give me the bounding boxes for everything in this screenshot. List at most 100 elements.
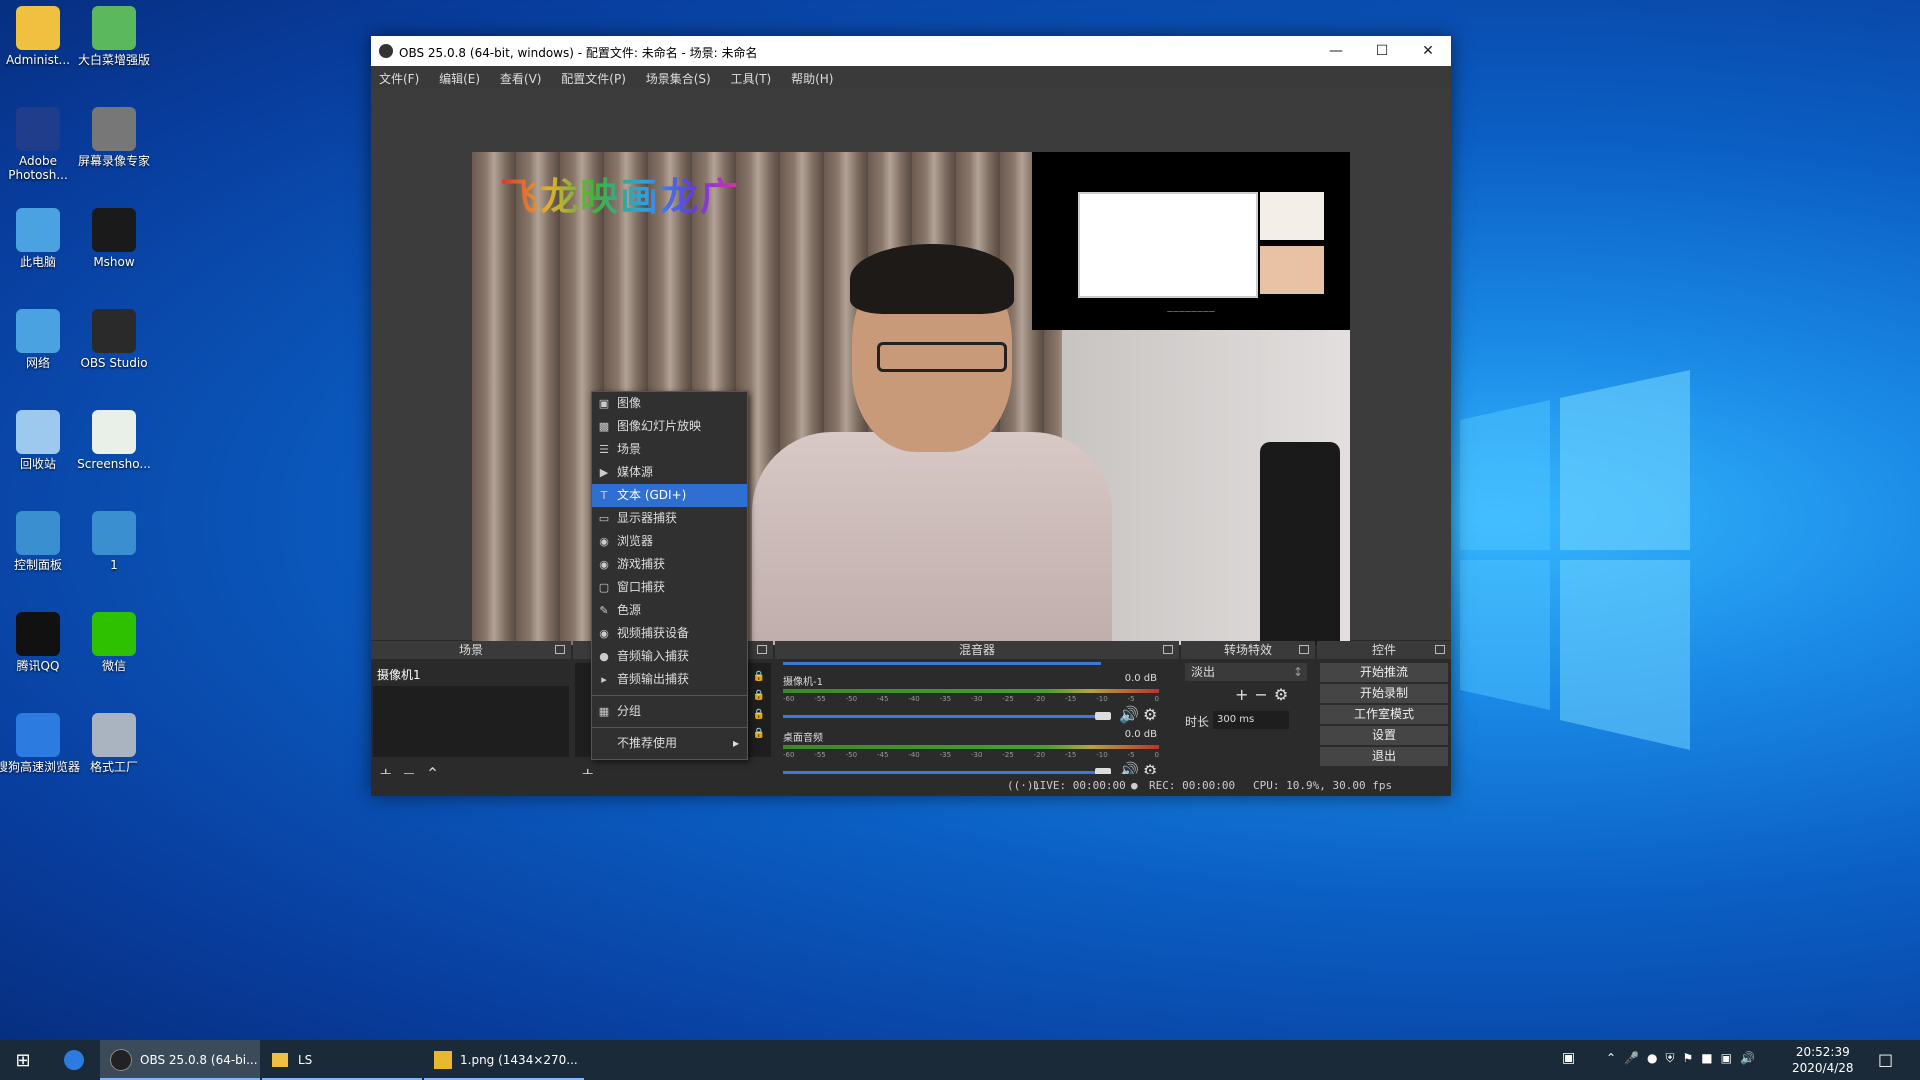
scene-list[interactable]: 摄像机1 bbox=[373, 663, 569, 757]
context-menu-item[interactable]: ✎ 色源 bbox=[592, 599, 747, 622]
desktop-icon[interactable]: 1 bbox=[72, 511, 156, 572]
remove-transition-icon[interactable]: − bbox=[1254, 685, 1273, 704]
desktop-icon[interactable]: Mshow bbox=[72, 208, 156, 269]
chevron-up-icon[interactable]: ⌃ bbox=[1606, 1051, 1624, 1065]
desktop-icon[interactable]: 控制面板 bbox=[0, 511, 80, 572]
speaker-icon[interactable]: 🔊 bbox=[1119, 705, 1139, 724]
menu-file[interactable]: 文件(F) bbox=[371, 66, 427, 87]
context-menu-item[interactable]: ▸ 音频输出捕获 bbox=[592, 668, 747, 691]
context-menu-item[interactable]: ☰ 场景 bbox=[592, 438, 747, 461]
minimize-button[interactable]: — bbox=[1313, 36, 1359, 66]
channel-name: 摄像机-1 bbox=[783, 677, 823, 688]
context-menu-item[interactable]: ▢ 窗口捕获 bbox=[592, 576, 747, 599]
desktop-icon[interactable]: Adobe Photosh... bbox=[0, 107, 80, 182]
desktop-icon-label: 格式工厂 bbox=[89, 760, 138, 774]
task-image-viewer[interactable]: 1.png (1434×270... bbox=[424, 1040, 584, 1080]
format-factory-icon bbox=[92, 713, 136, 757]
transition-select[interactable]: 淡出 ↕ bbox=[1185, 663, 1307, 681]
lock-icons[interactable]: 🔒 🔒 🔒 🔒 bbox=[753, 667, 765, 743]
context-menu-item[interactable]: ● 音频输入捕获 bbox=[592, 645, 747, 668]
studio-mode-button[interactable]: 工作室模式 bbox=[1320, 705, 1448, 724]
menu-edit[interactable]: 编辑(E) bbox=[431, 66, 488, 87]
gear-icon[interactable]: ⚙ bbox=[1274, 685, 1294, 704]
desktop-icon[interactable]: 大白菜增强版 bbox=[72, 6, 156, 67]
menu-tools[interactable]: 工具(T) bbox=[723, 66, 780, 87]
microphone-icon[interactable]: 🎤 bbox=[1624, 1051, 1647, 1065]
undock-icon[interactable] bbox=[1163, 645, 1173, 654]
desktop-icon-label: Administ... bbox=[6, 53, 70, 67]
flag-icon[interactable]: ⚑ bbox=[1683, 1051, 1702, 1065]
undock-icon[interactable] bbox=[1299, 645, 1309, 654]
system-tray: ⌃🎤●⛨⚑■▣🔊 bbox=[1606, 1051, 1763, 1066]
context-menu-item[interactable]: T 文本 (GDI+) bbox=[592, 484, 747, 507]
nvidia-icon[interactable]: ■ bbox=[1701, 1051, 1720, 1065]
scene-item[interactable]: 摄像机1 bbox=[373, 663, 569, 686]
context-menu-item[interactable]: ◉ 浏览器 bbox=[592, 530, 747, 553]
context-menu-item[interactable]: ▶ 媒体源 bbox=[592, 461, 747, 484]
close-button[interactable]: ✕ bbox=[1405, 36, 1451, 66]
context-menu-item[interactable]: ▭ 显示器捕获 bbox=[592, 507, 747, 530]
desktop-icon[interactable]: 微信 bbox=[72, 612, 156, 673]
menu-profile[interactable]: 配置文件(P) bbox=[553, 66, 634, 87]
notification-icon[interactable]: □ bbox=[1878, 1050, 1893, 1069]
desktop-icon[interactable]: Screensho... bbox=[72, 410, 156, 471]
clock[interactable]: 20:52:39 2020/4/28 bbox=[1792, 1044, 1854, 1076]
desktop-icon[interactable]: 此电脑 bbox=[0, 208, 80, 269]
desktop-icon[interactable]: 网络 bbox=[0, 309, 80, 370]
desktop-icon[interactable]: Administ... bbox=[0, 6, 80, 67]
qq-tray-icon[interactable]: ● bbox=[1647, 1051, 1665, 1065]
desktop-icon[interactable]: 回收站 bbox=[0, 410, 80, 471]
gear-icon[interactable]: ⚙ bbox=[1143, 705, 1157, 724]
windows-start-icon: ⊞ bbox=[15, 1049, 31, 1071]
task-folder[interactable]: LS bbox=[262, 1040, 422, 1080]
context-menu-item[interactable]: ◉ 视频捕获设备 bbox=[592, 622, 747, 645]
menu-help[interactable]: 帮助(H) bbox=[783, 66, 841, 87]
context-menu-group[interactable]: ▦ 分组 bbox=[592, 700, 747, 723]
network-tray-icon[interactable]: ▣ bbox=[1721, 1051, 1740, 1065]
menu-scene-collection[interactable]: 场景集合(S) bbox=[638, 66, 719, 87]
add-transition-icon[interactable]: + bbox=[1235, 685, 1254, 704]
preview-area[interactable]: 飞龙映画龙广 ———————— bbox=[371, 88, 1451, 645]
meter-tick-label: -50 bbox=[845, 695, 858, 703]
exit-button[interactable]: 退出 bbox=[1320, 747, 1448, 766]
context-menu-label: 图像幻灯片放映 bbox=[617, 419, 702, 433]
start-button[interactable]: ⊞ bbox=[0, 1040, 46, 1080]
menu-view[interactable]: 查看(V) bbox=[492, 66, 550, 87]
user-folder-icon bbox=[16, 6, 60, 50]
desktop-icon[interactable]: 格式工厂 bbox=[72, 713, 156, 774]
context-menu-item[interactable]: ▩ 图像幻灯片放映 bbox=[592, 415, 747, 438]
desktop-icon[interactable]: 搜狗高速浏览器 bbox=[0, 713, 80, 774]
undock-icon[interactable] bbox=[757, 645, 767, 654]
context-menu-item[interactable]: ▣ 图像 bbox=[592, 392, 747, 415]
photoshop-icon bbox=[16, 107, 60, 151]
desktop-icon[interactable]: 屏幕录像专家 bbox=[72, 107, 156, 168]
menu-separator bbox=[592, 695, 747, 696]
undock-icon[interactable] bbox=[555, 645, 565, 654]
desktop-icon[interactable]: 腾讯QQ bbox=[0, 612, 80, 673]
search-tray-icon[interactable]: ▣ bbox=[1562, 1050, 1575, 1066]
sogou-taskbar-button[interactable] bbox=[56, 1040, 92, 1080]
volume-knob[interactable] bbox=[1095, 712, 1111, 720]
duration-input[interactable]: 300 ms bbox=[1213, 711, 1289, 729]
camera-volume-slider[interactable] bbox=[783, 715, 1101, 718]
start-streaming-button[interactable]: 开始推流 bbox=[1320, 663, 1448, 682]
meter-tick-label: 0 bbox=[1154, 695, 1159, 703]
top-volume-slider[interactable] bbox=[783, 662, 1101, 665]
meter-tick-label: -40 bbox=[908, 695, 920, 703]
desktop-icon[interactable]: OBS Studio bbox=[72, 309, 156, 370]
network-icon bbox=[16, 309, 60, 353]
start-recording-button[interactable]: 开始录制 bbox=[1320, 684, 1448, 703]
mixer-title: 混音器 bbox=[958, 643, 995, 657]
volume-tray-icon[interactable]: 🔊 bbox=[1740, 1051, 1763, 1065]
channel-db: 0.0 dB bbox=[1124, 673, 1157, 684]
context-menu-deprecated[interactable]: 不推荐使用 ▸ bbox=[592, 732, 747, 755]
context-menu-item[interactable]: ◉ 游戏捕获 bbox=[592, 553, 747, 576]
maximize-button[interactable]: ☐ bbox=[1359, 36, 1405, 66]
person-hair bbox=[850, 244, 1014, 314]
context-menu-label: 不推荐使用 bbox=[617, 736, 678, 750]
settings-button[interactable]: 设置 bbox=[1320, 726, 1448, 745]
undock-icon[interactable] bbox=[1435, 645, 1445, 654]
task-obs[interactable]: OBS 25.0.8 (64-bi... bbox=[100, 1040, 260, 1080]
title-bar[interactable]: OBS 25.0.8 (64-bit, windows) - 配置文件: 未命名… bbox=[371, 36, 1451, 66]
shield-icon[interactable]: ⛨ bbox=[1666, 1051, 1683, 1065]
